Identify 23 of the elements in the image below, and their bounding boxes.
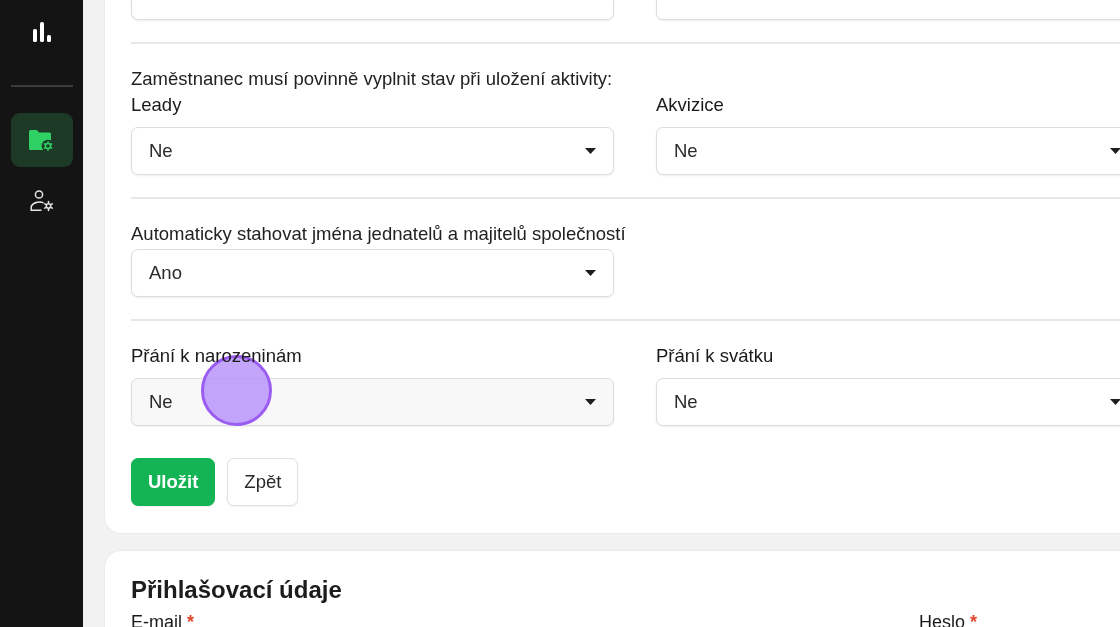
select-field[interactable]: Ne <box>656 378 1120 426</box>
field-note: Automaticky stahovat jména jednatelů a majitelů společností <box>131 223 627 245</box>
folder-gear-icon <box>28 127 55 153</box>
user-gear-icon <box>28 190 55 212</box>
caret-icon <box>1110 399 1120 405</box>
required-mark: * <box>970 613 978 627</box>
field-label: Přání k svátku <box>656 345 774 367</box>
field-label: Akvizice <box>656 94 724 116</box>
caret-icon <box>585 270 596 276</box>
caret-icon <box>585 399 596 405</box>
select-field[interactable]: Ano <box>131 249 614 297</box>
card-title: Přihlašovací údaje <box>131 575 343 605</box>
back-button[interactable]: Zpět <box>227 458 299 506</box>
required-mark: * <box>187 613 195 627</box>
field-note: Zaměstnanec musí povinně vyplnit stav při uložení aktivity: <box>131 68 614 90</box>
field-label: Leady <box>131 94 182 116</box>
select-field[interactable]: Ne <box>656 127 1120 175</box>
sidebar-nav-button[interactable] <box>10 113 73 167</box>
caret-icon <box>1110 148 1120 154</box>
bar-chart-icon[interactable] <box>30 21 53 42</box>
field-label: Přání k narozeninám <box>131 345 302 367</box>
select-field[interactable]: Ne <box>131 127 614 175</box>
caret-icon <box>585 148 596 154</box>
